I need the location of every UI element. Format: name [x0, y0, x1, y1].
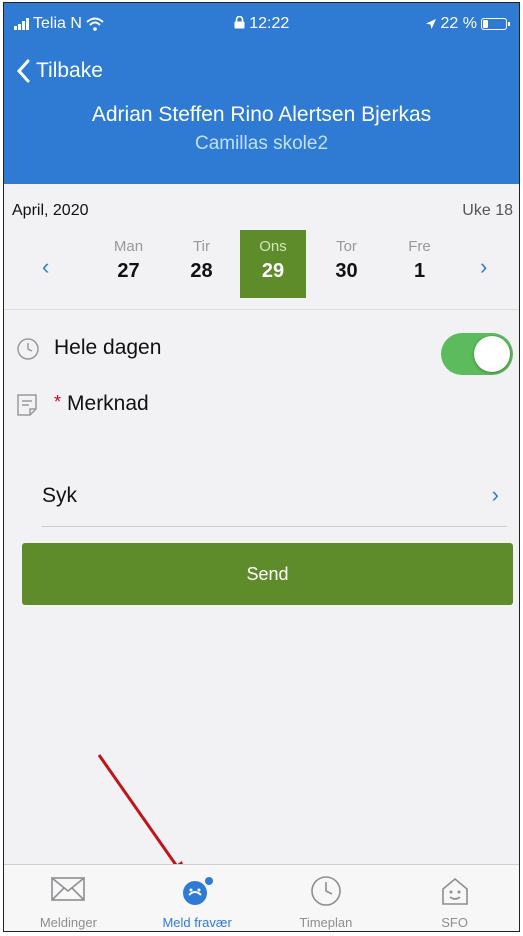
send-button[interactable]: Send	[22, 543, 513, 605]
whole-day-row: Hele dagen	[4, 320, 519, 376]
whole-day-toggle[interactable]	[441, 333, 513, 375]
battery-percent: 22 %	[440, 15, 477, 32]
tab-label: Meldinger	[39, 915, 97, 930]
toggle-knob	[474, 336, 510, 372]
day-list: Man 27 Tir 28 Ons 29 Tor 30 Fre 1	[92, 230, 456, 298]
header: Telia N 12:22 22 % Tilbake Adrian Steffe…	[4, 3, 519, 184]
day-cell[interactable]: Fre 1	[383, 230, 456, 298]
lock-icon	[234, 15, 245, 29]
day-cell[interactable]: Man 27	[92, 230, 165, 298]
prev-week-button[interactable]: ‹	[42, 254, 49, 280]
app-screen: Telia N 12:22 22 % Tilbake Adrian Steffe…	[3, 2, 520, 932]
day-cell[interactable]: Tir 28	[165, 230, 238, 298]
clock-time: 12:22	[249, 15, 290, 32]
battery-icon	[481, 18, 510, 30]
note-label: Merknad	[67, 392, 149, 415]
note-row: * Merknad	[4, 376, 519, 432]
week-label: Uke 18	[462, 202, 513, 219]
day-date: 30	[335, 260, 358, 282]
chevron-right-icon: ›	[491, 482, 499, 507]
day-name: Tir	[193, 238, 210, 255]
day-date: 29	[261, 260, 285, 282]
next-week-button[interactable]: ›	[480, 254, 487, 280]
tab-label: Meld fravær	[162, 915, 232, 930]
month-label: April, 2020	[12, 202, 89, 219]
tab-bar: Meldinger Meld fravær Timeplan SFO	[4, 864, 519, 931]
day-cell-selected[interactable]: Ons 29	[240, 230, 306, 298]
day-name: Man	[113, 238, 144, 255]
date-picker: April, 2020 Uke 18 ‹ › Man 27 Tir 28 Ons…	[4, 184, 519, 310]
note-icon	[17, 394, 37, 416]
day-cell[interactable]: Tor 30	[310, 230, 383, 298]
location-arrow-icon	[425, 19, 436, 29]
day-name: Tor	[336, 238, 357, 255]
envelope-icon	[51, 877, 86, 901]
tab-timeplan[interactable]: Timeplan	[262, 865, 391, 931]
day-date: 1	[413, 260, 426, 282]
day-name: Ons	[259, 238, 287, 255]
report-absence-icon	[183, 877, 214, 905]
back-button[interactable]: Tilbake	[16, 59, 103, 83]
tab-sfo[interactable]: SFO	[390, 865, 519, 931]
student-name: Adrian Steffen Rino Alertsen Bjerkas	[91, 103, 432, 126]
tab-meld-fravaer[interactable]: Meld fravær	[133, 865, 262, 931]
tab-label: SFO	[441, 915, 468, 930]
day-name: Fre	[408, 238, 431, 255]
tab-meldinger[interactable]: Meldinger	[4, 865, 133, 931]
clock-icon	[311, 876, 341, 906]
reason-select[interactable]: Syk ›	[42, 454, 507, 527]
tab-label: Timeplan	[299, 915, 353, 930]
back-label: Tilbake	[36, 59, 103, 82]
day-date: 27	[117, 260, 140, 282]
school-name: Camillas skole2	[194, 133, 329, 154]
chevron-left-icon	[16, 59, 30, 83]
clock-icon	[17, 338, 39, 360]
reason-value: Syk	[42, 484, 78, 507]
required-mark: *	[54, 392, 62, 412]
whole-day-label: Hele dagen	[54, 336, 162, 359]
status-bar: Telia N 12:22 22 %	[4, 3, 519, 43]
house-icon	[441, 877, 468, 905]
day-date: 28	[190, 260, 213, 282]
